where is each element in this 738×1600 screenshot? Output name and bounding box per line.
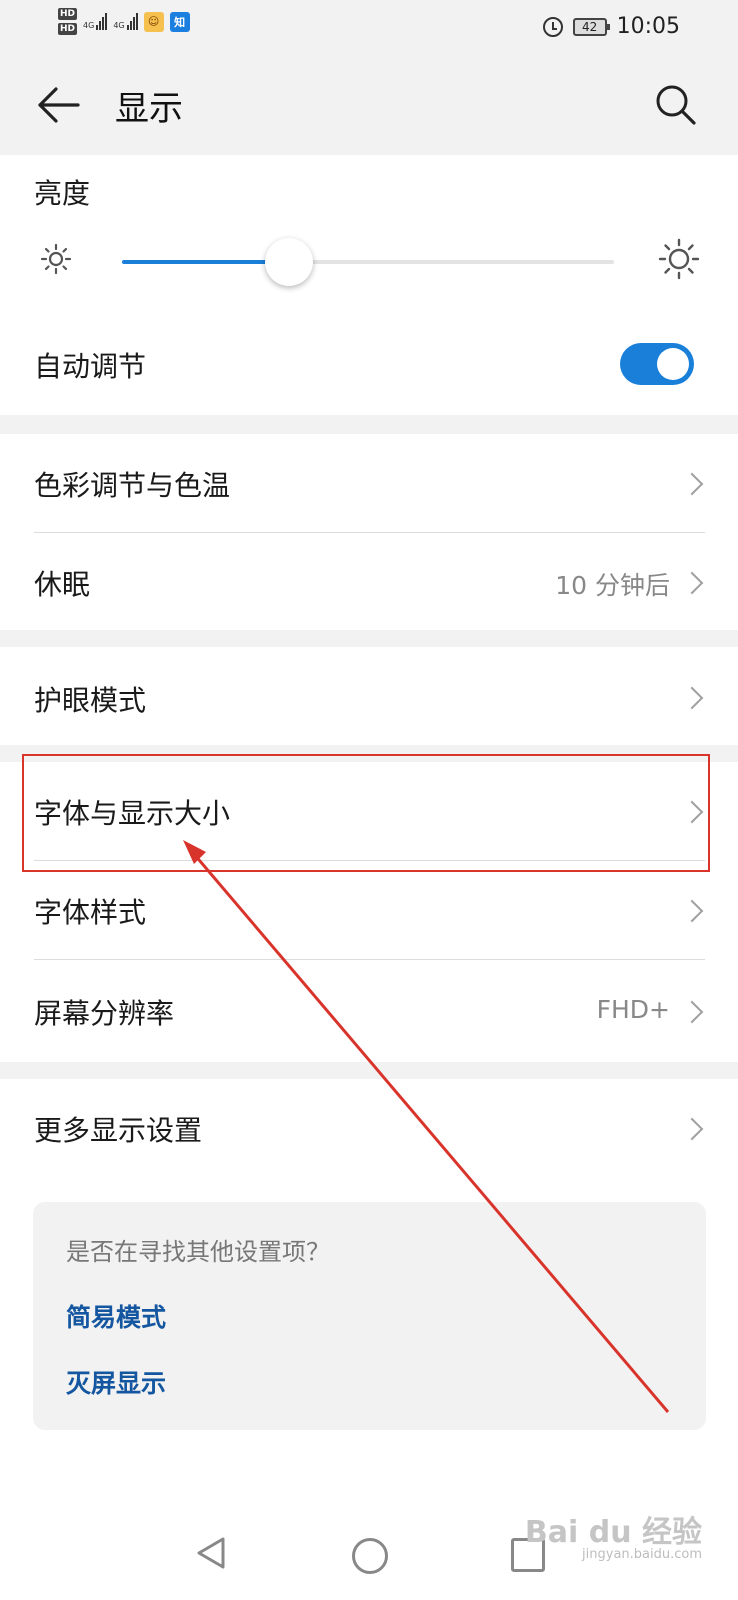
- highlight-box: [22, 754, 710, 872]
- resolution-value: FHD+: [596, 995, 670, 1024]
- brightness-slider-thumb[interactable]: [265, 238, 314, 286]
- more-settings-row[interactable]: 更多显示设置: [0, 1079, 738, 1179]
- chevron-right-icon: [680, 571, 704, 595]
- section-gap: [0, 1062, 738, 1079]
- chevron-right-icon: [680, 472, 704, 496]
- game-app-icon: ☺: [143, 11, 164, 32]
- resolution-row[interactable]: 屏幕分辨率 FHD+: [0, 960, 738, 1060]
- chevron-right-icon: [680, 1117, 704, 1141]
- sleep-value: 10 分钟后: [555, 571, 670, 600]
- toggle-knob: [657, 348, 689, 380]
- brightness-slider-fill: [122, 260, 290, 264]
- battery-icon: 42: [572, 17, 610, 36]
- baidu-watermark: Bai du 经验 jingyan.baidu.com: [524, 1515, 702, 1562]
- sleep-row[interactable]: 休眠 10 分钟后: [0, 533, 738, 630]
- suggestion-card: 是否在寻找其他设置项？ 简易模式 灭屏显示: [33, 1202, 706, 1430]
- search-icon[interactable]: [654, 83, 698, 127]
- brightness-label: 亮度: [34, 177, 91, 210]
- page-title: 显示: [115, 89, 183, 129]
- auto-adjust-label: 自动调节: [34, 350, 147, 383]
- font-style-label: 字体样式: [34, 896, 147, 929]
- chevron-right-icon: [680, 1000, 704, 1024]
- signal-icon-1: 4G: [83, 13, 108, 30]
- hd-badge-2: HD: [58, 23, 78, 35]
- signal-icon-2: 4G: [113, 13, 138, 30]
- status-bar: HD HD 4G 4G ☺ 知 42 10:05: [0, 0, 738, 55]
- section-gap: [0, 415, 738, 434]
- chevron-right-icon: [680, 686, 704, 710]
- color-temp-row[interactable]: 色彩调节与色温: [0, 434, 738, 532]
- brightness-slider[interactable]: [122, 238, 614, 286]
- nav-home-icon[interactable]: [352, 1538, 388, 1574]
- auto-adjust-toggle[interactable]: [620, 343, 694, 385]
- eye-care-label: 护眼模式: [34, 684, 147, 717]
- sun-small-icon: [40, 243, 72, 275]
- more-settings-label: 更多显示设置: [34, 1114, 203, 1147]
- zhihu-app-icon: 知: [169, 11, 190, 32]
- app-bar: 显示: [0, 55, 738, 155]
- aod-link[interactable]: 灭屏显示: [66, 1364, 166, 1400]
- resolution-label: 屏幕分辨率: [34, 997, 175, 1030]
- sun-large-icon: [658, 238, 700, 280]
- sleep-label: 休眠: [34, 568, 91, 601]
- back-arrow-icon[interactable]: [36, 85, 80, 125]
- nav-back-icon[interactable]: [195, 1536, 227, 1570]
- simple-mode-link[interactable]: 简易模式: [66, 1298, 166, 1334]
- suggestion-question: 是否在寻找其他设置项？: [66, 1238, 330, 1266]
- chevron-right-icon: [680, 899, 704, 923]
- alarm-icon: [542, 16, 563, 37]
- font-style-row[interactable]: 字体样式: [0, 861, 738, 959]
- eye-care-row[interactable]: 护眼模式: [0, 647, 738, 745]
- clock: 10:05: [616, 14, 680, 39]
- color-temp-label: 色彩调节与色温: [34, 469, 231, 502]
- hd-badge-1: HD: [58, 8, 78, 20]
- section-gap: [0, 630, 738, 647]
